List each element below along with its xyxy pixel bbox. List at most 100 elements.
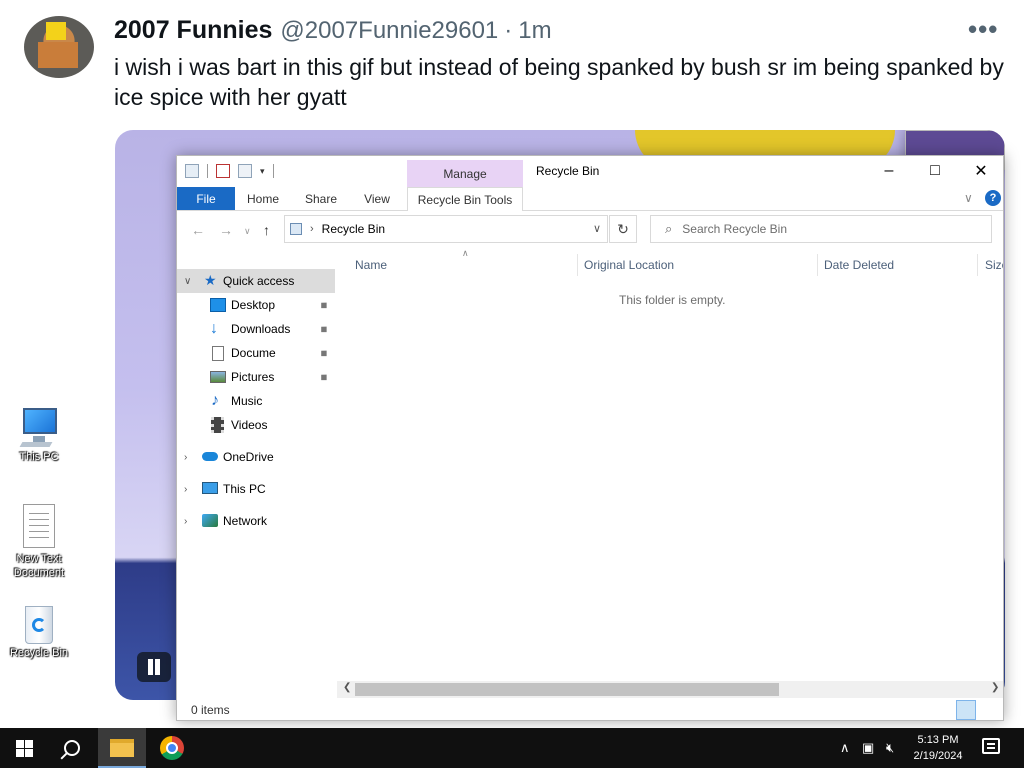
scroll-left-icon[interactable]: ❮ bbox=[343, 682, 351, 693]
nav-item-label: Videos bbox=[231, 418, 268, 432]
address-bar[interactable]: › Recycle Bin ∨ bbox=[284, 215, 608, 243]
properties-icon[interactable] bbox=[216, 164, 230, 178]
column-header-size[interactable]: Size bbox=[985, 258, 1003, 272]
search-icon: ⌕ bbox=[665, 221, 673, 236]
help-icon[interactable]: ? bbox=[985, 190, 1001, 206]
breadcrumb-recycle-bin[interactable]: Recycle Bin bbox=[322, 222, 385, 236]
tab-home[interactable]: Home bbox=[237, 187, 289, 210]
nav-item-documents[interactable]: Docume ◆ bbox=[177, 341, 335, 365]
nav-item-desktop[interactable]: Desktop ◆ bbox=[177, 293, 335, 317]
customize-toolbar-dropdown-icon[interactable]: ▾ bbox=[260, 166, 265, 177]
start-button[interactable] bbox=[0, 728, 48, 768]
tweet-header: 2007 Funnies @2007Funnie29601 · 1m bbox=[114, 16, 552, 48]
up-arrow-icon[interactable]: ↑ bbox=[263, 222, 270, 238]
nav-item-label: Music bbox=[231, 394, 263, 408]
pause-icon[interactable] bbox=[137, 652, 171, 682]
minimize-button[interactable]: – bbox=[866, 156, 912, 186]
pin-icon: ◆ bbox=[317, 298, 331, 312]
expand-ribbon-icon[interactable]: ∨ bbox=[964, 191, 973, 205]
taskbar-chrome[interactable] bbox=[148, 728, 196, 768]
recycle-bin-small-icon bbox=[290, 223, 302, 235]
scrollbar-thumb[interactable] bbox=[355, 683, 779, 696]
pin-icon: ◆ bbox=[317, 322, 331, 336]
notifications-icon[interactable] bbox=[982, 738, 1000, 754]
music-note-icon: ♪ bbox=[211, 392, 219, 409]
column-header-name[interactable]: Name bbox=[355, 258, 387, 272]
tab-view[interactable]: View bbox=[351, 187, 403, 210]
desktop-folder-icon bbox=[210, 298, 226, 312]
avatar[interactable] bbox=[24, 16, 94, 78]
recent-locations-icon[interactable]: ∨ bbox=[244, 226, 251, 237]
tweet-timestamp[interactable]: 1m bbox=[518, 17, 551, 45]
forward-arrow-icon[interactable]: → bbox=[219, 222, 233, 238]
nav-item-videos[interactable]: Videos bbox=[177, 413, 335, 437]
nav-item-quick-access[interactable]: ∨ ★ Quick access bbox=[177, 269, 335, 293]
desktop-icon-this-pc[interactable]: This PC bbox=[1, 406, 77, 464]
pin-icon: ◆ bbox=[317, 370, 331, 384]
expand-chevron-icon[interactable]: › bbox=[184, 484, 187, 495]
details-view-icon[interactable] bbox=[956, 700, 976, 720]
more-options-icon[interactable]: ••• bbox=[968, 14, 998, 45]
system-clock[interactable]: 5:13 PM 2/19/2024 bbox=[900, 732, 976, 764]
large-icons-view-icon[interactable] bbox=[978, 700, 998, 720]
tweet-author-handle[interactable]: @2007Funnie29601 bbox=[280, 17, 498, 45]
pictures-icon bbox=[210, 371, 226, 383]
tweet-text: i wish i was bart in this gif but instea… bbox=[114, 54, 1004, 110]
new-folder-icon[interactable] bbox=[238, 164, 252, 178]
tweet-separator: · bbox=[504, 17, 513, 44]
computer-icon bbox=[202, 482, 218, 494]
navigation-pane: ∨ ★ Quick access Desktop ◆ ↓ Downloads ◆… bbox=[177, 266, 335, 686]
column-header-date-deleted[interactable]: Date Deleted bbox=[824, 258, 894, 272]
desktop-icon-recycle-bin[interactable]: Recycle Bin bbox=[1, 602, 77, 660]
back-arrow-icon[interactable]: ← bbox=[191, 222, 205, 238]
nav-item-music[interactable]: ♪ Music bbox=[177, 389, 335, 413]
computer-icon bbox=[19, 406, 59, 450]
scroll-right-icon[interactable]: ❯ bbox=[991, 682, 999, 693]
refresh-button[interactable]: ↻ bbox=[609, 215, 637, 243]
clock-date: 2/19/2024 bbox=[913, 750, 963, 762]
nav-item-onedrive[interactable]: › OneDrive bbox=[177, 445, 335, 469]
title-bar[interactable]: ▾ Manage Recycle Bin – □ ✕ bbox=[177, 156, 1003, 187]
maximize-button[interactable]: □ bbox=[912, 156, 958, 186]
folder-icon bbox=[110, 739, 134, 757]
taskbar: ∧ ▣ 🔇︎ 5:13 PM 2/19/2024 bbox=[0, 728, 1024, 768]
network-status-icon[interactable]: ▣ bbox=[862, 740, 874, 756]
network-icon bbox=[202, 514, 218, 527]
nav-item-label: Docume bbox=[231, 346, 276, 360]
tab-recycle-bin-tools[interactable]: Recycle Bin Tools bbox=[407, 187, 523, 211]
search-box[interactable]: ⌕ bbox=[650, 215, 992, 243]
recycle-bin-icon bbox=[22, 602, 56, 646]
file-list[interactable]: ∧ Name Original Location Date Deleted Si… bbox=[335, 248, 1003, 688]
search-input[interactable] bbox=[682, 222, 963, 236]
horizontal-scrollbar[interactable]: ❮ ❯ bbox=[337, 681, 1003, 698]
desktop-icon-label: Recycle Bin bbox=[9, 647, 69, 659]
breadcrumb-chevron-icon[interactable]: › bbox=[310, 223, 314, 235]
tab-share[interactable]: Share bbox=[295, 187, 347, 210]
search-button[interactable] bbox=[48, 728, 96, 768]
cloud-icon bbox=[202, 452, 218, 461]
nav-item-label: Downloads bbox=[231, 322, 291, 336]
nav-item-pictures[interactable]: Pictures ◆ bbox=[177, 365, 335, 389]
nav-item-downloads[interactable]: ↓ Downloads ◆ bbox=[177, 317, 335, 341]
nav-item-network[interactable]: › Network bbox=[177, 509, 335, 533]
download-arrow-icon: ↓ bbox=[210, 320, 218, 337]
tab-file[interactable]: File bbox=[177, 187, 235, 210]
column-header-original-location[interactable]: Original Location bbox=[584, 258, 674, 272]
search-icon bbox=[64, 740, 80, 756]
address-dropdown-icon[interactable]: ∨ bbox=[593, 222, 601, 235]
show-hidden-icons-icon[interactable]: ∧ bbox=[840, 740, 850, 756]
volume-muted-icon[interactable]: 🔇︎ bbox=[886, 740, 894, 756]
expand-chevron-icon[interactable]: › bbox=[184, 516, 187, 527]
nav-item-label: Network bbox=[223, 514, 268, 528]
nav-item-this-pc[interactable]: › This PC bbox=[177, 477, 335, 501]
nav-item-label: Quick access bbox=[223, 274, 295, 288]
desktop-icon-new-text-document[interactable]: New Text Document bbox=[1, 504, 77, 580]
taskbar-file-explorer[interactable] bbox=[98, 728, 146, 768]
expand-chevron-icon[interactable]: › bbox=[184, 452, 187, 463]
collapse-chevron-icon[interactable]: ∨ bbox=[184, 276, 191, 287]
text-document-icon bbox=[23, 504, 55, 548]
tweet-author-name[interactable]: 2007 Funnies bbox=[114, 16, 272, 45]
tab-manage[interactable]: Manage bbox=[407, 160, 523, 187]
close-button[interactable]: ✕ bbox=[958, 156, 1003, 186]
empty-folder-message: This folder is empty. bbox=[619, 293, 726, 307]
